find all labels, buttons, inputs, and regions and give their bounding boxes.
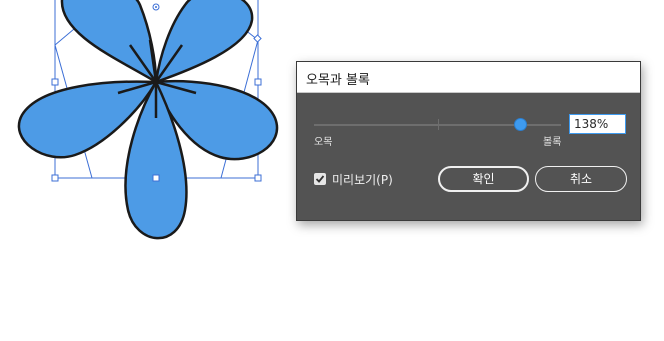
ok-button[interactable]: 확인 [438, 166, 529, 192]
dialog-title: 오목과 볼록 [306, 73, 370, 88]
petals [17, 0, 279, 240]
slider-label-pucker: 오목 [314, 137, 333, 148]
preview-label: 미리보기(P) [332, 173, 393, 187]
amount-input[interactable] [569, 114, 626, 134]
pucker-bloat-dialog: 오목과 볼록 오목 볼록 미리보기(P) 확인 취소 [296, 61, 641, 221]
slider-thumb[interactable] [513, 118, 527, 131]
checkmark-icon [315, 175, 325, 183]
cancel-button[interactable]: 취소 [535, 166, 627, 192]
slider-center-tick [438, 119, 439, 130]
petal-top-left [60, 0, 158, 85]
corner-widget-icon [253, 34, 262, 43]
slider-label-bloat: 볼록 [543, 137, 562, 148]
preview-checkbox[interactable] [314, 173, 326, 185]
petal-top-right [154, 0, 254, 84]
dialog-titlebar[interactable]: 오목과 볼록 [297, 62, 640, 93]
